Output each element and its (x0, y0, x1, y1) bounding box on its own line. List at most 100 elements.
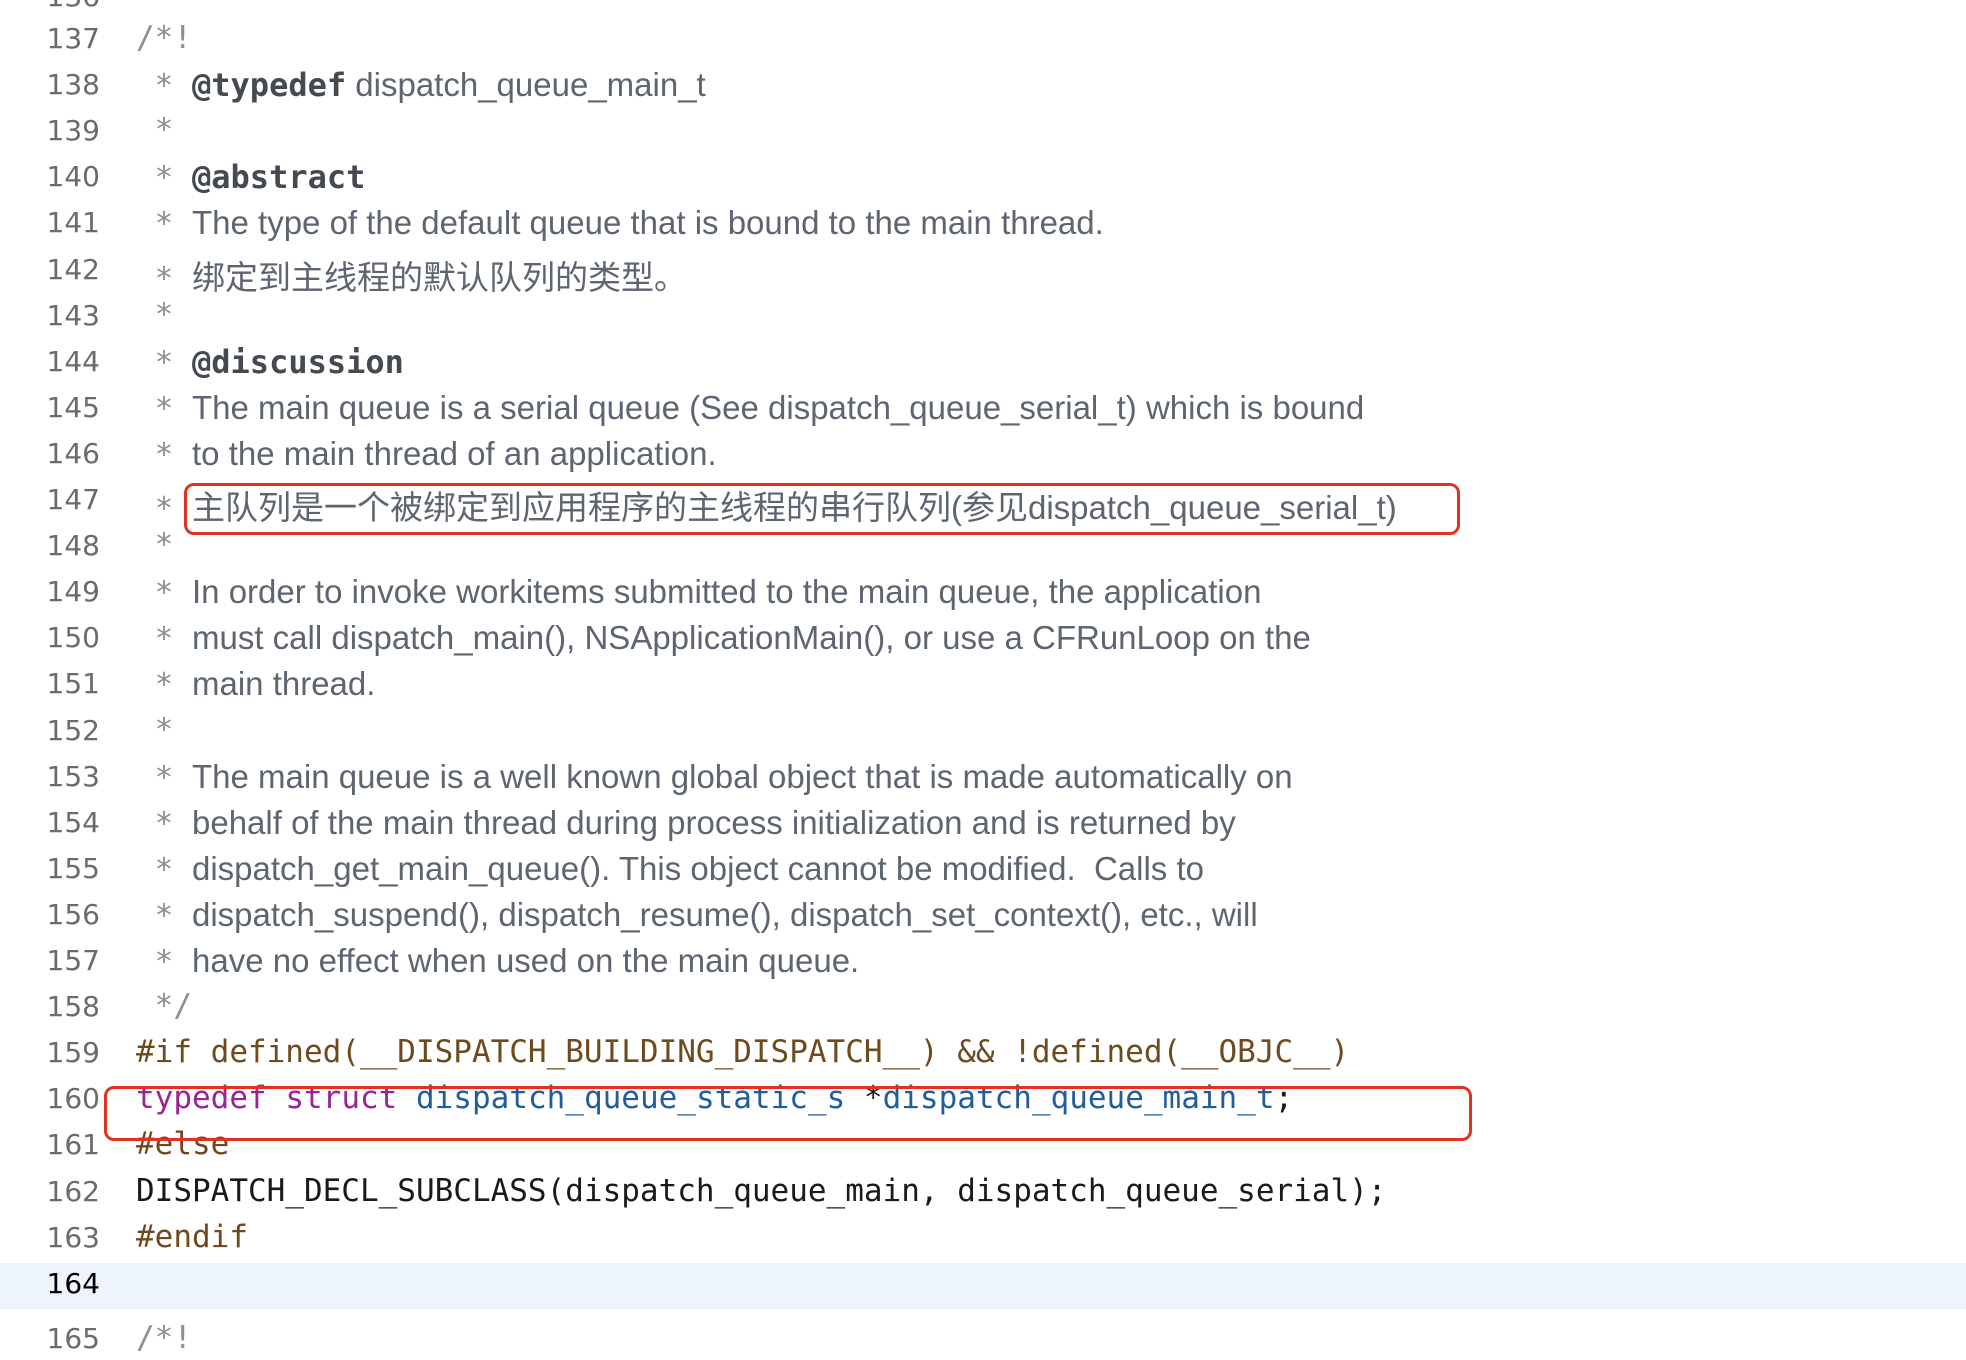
code-line[interactable]: 143 * (0, 295, 1966, 341)
line-number: 139 (46, 114, 100, 147)
code-text: * In order to invoke workitems submitted… (136, 573, 1262, 611)
code-token: /*! (136, 20, 192, 56)
code-token: * (136, 621, 192, 657)
code-text: * dispatch_get_main_queue(). This object… (136, 850, 1204, 888)
code-line[interactable]: 154 * behalf of the main thread during p… (0, 802, 1966, 848)
code-line[interactable]: 151 * main thread. (0, 663, 1966, 709)
code-line[interactable]: 157 * have no effect when used on the ma… (0, 940, 1966, 986)
code-text: /*! (136, 20, 192, 56)
code-token: dispatch_get_main_queue(). This object c… (192, 850, 1204, 887)
code-token: main thread. (192, 665, 376, 702)
line-number: 154 (46, 806, 100, 839)
code-text: * 绑定到主线程的默认队列的类型。 (136, 251, 687, 299)
code-text: * dispatch_suspend(), dispatch_resume(),… (136, 896, 1258, 934)
code-token: The main queue is a well known global ob… (192, 758, 1293, 795)
code-text: * The main queue is a serial queue (See … (136, 389, 1365, 427)
code-token: * (136, 297, 174, 333)
line-number: 151 (46, 667, 100, 700)
line-number: 153 (46, 760, 100, 793)
code-line[interactable]: 164 (0, 1263, 1966, 1309)
code-token: * (136, 667, 192, 703)
code-token: * (136, 760, 192, 796)
code-line[interactable]: 149 * In order to invoke workitems submi… (0, 571, 1966, 617)
code-line[interactable]: 163 #endif (0, 1217, 1966, 1263)
code-line[interactable]: 158 */ (0, 986, 1966, 1032)
line-number: 142 (46, 253, 100, 286)
line-number: 137 (46, 22, 100, 55)
code-token: * (136, 261, 192, 297)
code-text: * to the main thread of an application. (136, 435, 717, 473)
code-text: */ (136, 988, 192, 1024)
code-text: * @abstract (136, 158, 366, 196)
code-line-partial-top: 136 (0, 0, 1966, 18)
code-token: * (136, 898, 192, 934)
code-text: * @typedef dispatch_queue_main_t (136, 66, 706, 104)
code-editor[interactable]: 136 137 /*! 138 * @typedef dispatch_queue_… (0, 0, 1966, 1356)
code-token: @abstract (192, 158, 366, 196)
line-number: 148 (46, 529, 100, 562)
code-text: #if defined(__DISPATCH_BUILDING_DISPATCH… (136, 1034, 1349, 1070)
code-line[interactable]: 156 * dispatch_suspend(), dispatch_resum… (0, 894, 1966, 940)
code-text: * behalf of the main thread during proce… (136, 804, 1236, 842)
code-token: must call dispatch_main(), NSApplication… (192, 619, 1311, 656)
code-line[interactable]: 162 DISPATCH_DECL_SUBCLASS(dispatch_queue… (0, 1171, 1966, 1217)
line-number: 136 (0, 0, 100, 13)
highlight-box-chinese-translation (184, 483, 1460, 535)
line-number: 141 (46, 206, 100, 239)
line-number: 150 (46, 621, 100, 654)
code-line[interactable]: 140 * @abstract (0, 156, 1966, 202)
code-token: * (136, 68, 192, 104)
code-line[interactable]: 142 * 绑定到主线程的默认队列的类型。 (0, 249, 1966, 297)
code-text: * (136, 527, 174, 563)
code-line[interactable]: 146 * to the main thread of an applicati… (0, 433, 1966, 479)
code-token: * (136, 944, 192, 980)
code-line[interactable]: 139 * (0, 110, 1966, 156)
code-line[interactable]: 141 * The type of the default queue that… (0, 202, 1966, 248)
code-text: * (136, 712, 174, 748)
code-token: * (136, 852, 192, 888)
code-token: The main queue is a serial queue (See di… (192, 389, 1365, 426)
code-token: #if defined(__DISPATCH_BUILDING_DISPATCH… (136, 1034, 1350, 1070)
code-token: have no effect when used on the main que… (192, 942, 860, 979)
code-token: DISPATCH_DECL_SUBCLASS(dispatch_queue_ma… (136, 1173, 1387, 1209)
code-text: * main thread. (136, 665, 376, 703)
code-text: * must call dispatch_main(), NSApplicati… (136, 619, 1311, 657)
line-number: 159 (46, 1036, 100, 1069)
code-token: #endif (136, 1219, 248, 1255)
code-token: The type of the default queue that is bo… (192, 204, 1104, 241)
code-token: * (136, 712, 174, 748)
code-token: @typedef (192, 66, 347, 104)
code-text: * The type of the default queue that is … (136, 204, 1104, 242)
code-line[interactable]: 138 * @typedef dispatch_queue_main_t (0, 64, 1966, 110)
line-number: 138 (46, 68, 100, 101)
code-token: In order to invoke workitems submitted t… (192, 573, 1262, 610)
highlight-box-typedef-line (104, 1086, 1472, 1141)
code-token: * (136, 806, 192, 842)
line-number: 163 (46, 1221, 100, 1254)
code-token: * (136, 575, 192, 611)
code-token: dispatch_queue_main_t (346, 66, 706, 103)
code-token: * (136, 437, 192, 473)
code-line[interactable]: 155 * dispatch_get_main_queue(). This ob… (0, 848, 1966, 894)
line-number: 152 (46, 714, 100, 747)
code-line[interactable]: 153 * The main queue is a well known glo… (0, 756, 1966, 802)
code-line[interactable]: 137 /*! (0, 18, 1966, 64)
code-line[interactable]: 159 #if defined(__DISPATCH_BUILDING_DISPA… (0, 1032, 1966, 1078)
code-line[interactable]: 144 * @discussion (0, 341, 1966, 387)
code-text: DISPATCH_DECL_SUBCLASS(dispatch_queue_ma… (136, 1173, 1386, 1209)
code-text: * (136, 112, 174, 148)
code-token: * (136, 206, 192, 242)
code-token: behalf of the main thread during process… (192, 804, 1236, 841)
code-line[interactable]: 145 * The main queue is a serial queue (… (0, 387, 1966, 433)
code-line[interactable]: 150 * must call dispatch_main(), NSAppli… (0, 617, 1966, 663)
line-number: 149 (46, 575, 100, 608)
line-number: 147 (46, 483, 100, 516)
code-text: * The main queue is a well known global … (136, 758, 1293, 796)
code-token: @discussion (192, 343, 404, 381)
code-line[interactable]: 152 * (0, 710, 1966, 756)
code-token: * (136, 112, 174, 148)
code-token: * (136, 345, 192, 381)
line-number: 140 (46, 160, 100, 193)
code-token: to the main thread of an application. (192, 435, 717, 472)
code-token: */ (136, 988, 192, 1024)
